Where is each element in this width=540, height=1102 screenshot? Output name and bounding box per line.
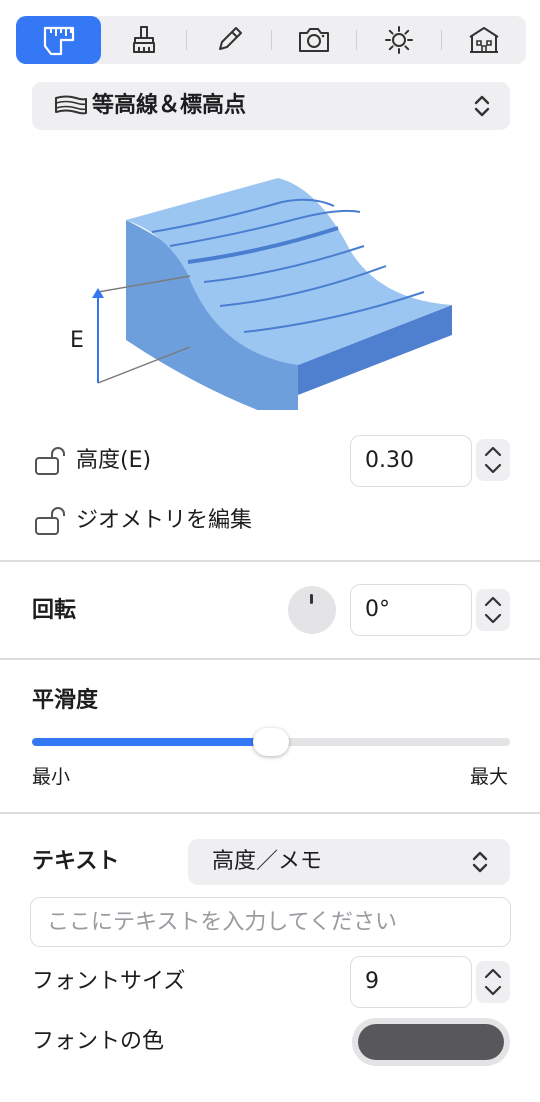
rotation-dial[interactable]: [288, 586, 336, 634]
illustration-arrow-head: [92, 288, 104, 298]
pencil-icon: [218, 27, 242, 50]
font-size-label: フォントサイズ: [32, 969, 186, 994]
divider: [0, 560, 540, 562]
rotation-value: 0°: [365, 597, 390, 622]
elevation-lock-icon[interactable]: [34, 446, 68, 476]
elevation-label: 高度(E): [76, 448, 152, 473]
smoothness-max-label: 最大: [470, 766, 509, 788]
stepper-arrows-icon: [484, 446, 502, 474]
rotation-label: 回転: [32, 598, 77, 623]
tab-style[interactable]: [101, 16, 186, 64]
ruler-shape-icon: [43, 26, 74, 56]
smoothness-label: 平滑度: [32, 688, 99, 713]
edit-geometry-lock-icon[interactable]: [34, 506, 68, 536]
rotation-stepper[interactable]: [476, 589, 510, 631]
toolbar: [16, 16, 526, 64]
font-color-well[interactable]: [352, 1018, 510, 1066]
text-input-field[interactable]: [30, 897, 511, 947]
camera-icon: [298, 28, 329, 52]
building-icon: [468, 27, 499, 53]
tab-lighting[interactable]: [356, 16, 441, 64]
chevron-up-down-icon: [472, 851, 488, 873]
text-label: テキスト: [32, 849, 120, 874]
stepper-arrows-icon: [484, 968, 502, 996]
font-color-swatch: [358, 1024, 504, 1060]
text-mode-dropdown[interactable]: 高度／メモ: [188, 839, 510, 885]
edit-geometry-label[interactable]: ジオメトリを編集: [76, 506, 252, 536]
text-input[interactable]: [45, 898, 489, 946]
tab-building[interactable]: [441, 16, 526, 64]
elevation-value: 0.30: [365, 448, 414, 473]
font-size-stepper[interactable]: [476, 961, 510, 1003]
font-size-input[interactable]: 9: [350, 956, 472, 1008]
smoothness-slider-thumb[interactable]: [253, 728, 289, 756]
shape-type-label: 等高線＆標高点: [92, 93, 247, 118]
tab-camera[interactable]: [271, 16, 356, 64]
divider: [0, 812, 540, 814]
font-color-label: フォントの色: [32, 1029, 165, 1054]
elevation-input[interactable]: 0.30: [350, 435, 472, 487]
smoothness-slider[interactable]: [32, 728, 510, 756]
text-mode-value: 高度／メモ: [212, 849, 323, 874]
contour-layers-icon: [55, 95, 87, 115]
sun-icon: [384, 26, 413, 54]
smoothness-slider-fill: [32, 738, 271, 746]
elevation-stepper[interactable]: [476, 439, 510, 481]
contour-illustration: [92, 178, 452, 410]
rotation-dial-indicator: [310, 594, 313, 604]
font-size-value: 9: [365, 969, 379, 994]
smoothness-min-label: 最小: [32, 766, 71, 788]
tab-edit[interactable]: [186, 16, 271, 64]
chevron-up-down-icon: [474, 95, 490, 117]
paintbrush-icon: [132, 26, 155, 53]
tab-shape[interactable]: [16, 16, 101, 64]
shape-type-dropdown[interactable]: 等高線＆標高点: [32, 82, 510, 130]
divider: [0, 658, 540, 660]
stepper-arrows-icon: [484, 596, 502, 624]
rotation-input[interactable]: 0°: [350, 584, 472, 636]
elevation-axis-label: E: [70, 328, 84, 353]
